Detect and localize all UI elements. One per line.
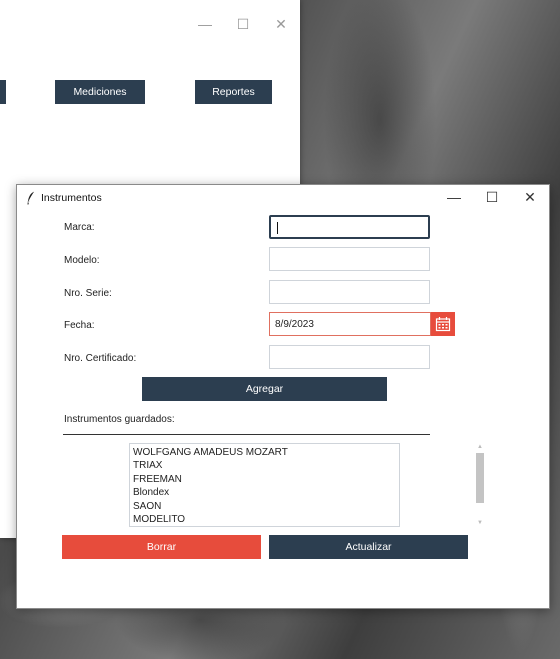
list-item[interactable]: Blondex	[132, 486, 397, 499]
scroll-thumb[interactable]	[476, 453, 484, 503]
text-caret	[277, 222, 278, 234]
separator	[63, 434, 430, 435]
minimize-button[interactable]: —	[435, 184, 473, 210]
serie-label: Nro. Serie:	[64, 288, 112, 299]
fecha-label: Fecha:	[64, 320, 95, 331]
modelo-label: Modelo:	[64, 255, 100, 266]
list-item[interactable]: SAON	[132, 500, 397, 513]
certificado-input[interactable]	[269, 345, 430, 369]
calendar-button[interactable]	[431, 312, 455, 336]
serie-input[interactable]	[269, 280, 430, 304]
list-scrollbar[interactable]: ▲ ▼	[475, 443, 485, 527]
main-window-controls: — ☐ ✕	[186, 10, 300, 38]
list-item[interactable]: MODELITO	[132, 513, 397, 526]
calendar-icon	[435, 317, 451, 332]
borrar-button[interactable]: Borrar	[62, 535, 261, 559]
list-item[interactable]: TRIAX	[132, 459, 397, 472]
close-button[interactable]: ✕	[511, 184, 549, 210]
nav-button-partial[interactable]	[0, 80, 6, 104]
list-item[interactable]: FREEMAN	[132, 473, 397, 486]
maximize-button[interactable]: ☐	[473, 184, 511, 210]
scroll-down-icon[interactable]: ▼	[475, 519, 485, 527]
fecha-input[interactable]	[269, 312, 431, 336]
marca-input[interactable]	[269, 215, 430, 239]
nav-button-mediciones[interactable]: Mediciones	[55, 80, 145, 104]
list-item[interactable]: WOLFGANG AMADEUS MOZART	[132, 446, 397, 459]
agregar-button[interactable]: Agregar	[142, 377, 387, 401]
actualizar-button[interactable]: Actualizar	[269, 535, 468, 559]
scroll-up-icon[interactable]: ▲	[475, 443, 485, 451]
window-controls: — ☐ ✕	[435, 184, 549, 210]
instrumentos-guardados-label: Instrumentos guardados:	[64, 414, 175, 425]
maximize-button[interactable]: ☐	[224, 10, 262, 38]
certificado-label: Nro. Certificado:	[64, 353, 137, 364]
marca-label: Marca:	[64, 222, 95, 233]
title-bar[interactable]: Instrumentos — ☐ ✕	[17, 185, 549, 211]
instrumentos-window: Instrumentos — ☐ ✕ Marca: Modelo: Nro. S…	[16, 184, 550, 609]
close-button[interactable]: ✕	[262, 10, 300, 38]
window-title: Instrumentos	[41, 192, 102, 204]
instrumentos-listbox[interactable]: WOLFGANG AMADEUS MOZART TRIAX FREEMAN Bl…	[129, 443, 400, 527]
modelo-input[interactable]	[269, 247, 430, 271]
nav-button-reportes[interactable]: Reportes	[195, 80, 272, 104]
feather-icon	[27, 191, 35, 205]
minimize-button[interactable]: —	[186, 10, 224, 38]
